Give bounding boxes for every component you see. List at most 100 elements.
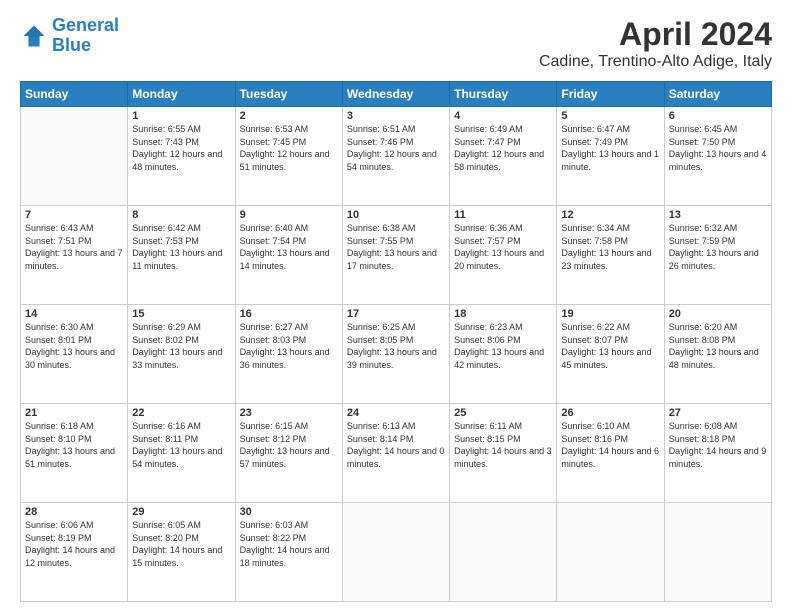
day-number: 28 bbox=[25, 506, 123, 518]
day-header-tuesday: Tuesday bbox=[235, 82, 342, 107]
cell-info: Sunrise: 6:43 AMSunset: 7:51 PMDaylight:… bbox=[25, 222, 123, 272]
cal-cell: 19Sunrise: 6:22 AMSunset: 8:07 PMDayligh… bbox=[557, 305, 664, 404]
cal-cell bbox=[450, 503, 557, 602]
cell-info: Sunrise: 6:55 AMSunset: 7:43 PMDaylight:… bbox=[132, 123, 230, 173]
cal-cell: 4Sunrise: 6:49 AMSunset: 7:47 PMDaylight… bbox=[450, 107, 557, 206]
cell-info: Sunrise: 6:05 AMSunset: 8:20 PMDaylight:… bbox=[132, 519, 230, 569]
day-number: 24 bbox=[347, 407, 445, 419]
cal-cell: 29Sunrise: 6:05 AMSunset: 8:20 PMDayligh… bbox=[128, 503, 235, 602]
cal-cell: 3Sunrise: 6:51 AMSunset: 7:46 PMDaylight… bbox=[342, 107, 449, 206]
calendar-table: SundayMondayTuesdayWednesdayThursdayFrid… bbox=[20, 81, 772, 602]
cell-info: Sunrise: 6:45 AMSunset: 7:50 PMDaylight:… bbox=[669, 123, 767, 173]
cell-info: Sunrise: 6:42 AMSunset: 7:53 PMDaylight:… bbox=[132, 222, 230, 272]
day-number: 12 bbox=[561, 209, 659, 221]
cal-cell: 8Sunrise: 6:42 AMSunset: 7:53 PMDaylight… bbox=[128, 206, 235, 305]
page: General Blue April 2024 Cadine, Trentino… bbox=[0, 0, 792, 612]
calendar: SundayMondayTuesdayWednesdayThursdayFrid… bbox=[20, 81, 772, 602]
day-number: 21 bbox=[25, 407, 123, 419]
cell-info: Sunrise: 6:30 AMSunset: 8:01 PMDaylight:… bbox=[25, 321, 123, 371]
day-number: 26 bbox=[561, 407, 659, 419]
logo-line2: Blue bbox=[52, 35, 91, 55]
day-header-saturday: Saturday bbox=[664, 82, 771, 107]
cell-info: Sunrise: 6:32 AMSunset: 7:59 PMDaylight:… bbox=[669, 222, 767, 272]
cal-cell: 10Sunrise: 6:38 AMSunset: 7:55 PMDayligh… bbox=[342, 206, 449, 305]
cal-cell: 6Sunrise: 6:45 AMSunset: 7:50 PMDaylight… bbox=[664, 107, 771, 206]
day-number: 10 bbox=[347, 209, 445, 221]
day-number: 13 bbox=[669, 209, 767, 221]
day-header-friday: Friday bbox=[557, 82, 664, 107]
day-number: 27 bbox=[669, 407, 767, 419]
day-number: 6 bbox=[669, 110, 767, 122]
cell-info: Sunrise: 6:20 AMSunset: 8:08 PMDaylight:… bbox=[669, 321, 767, 371]
cell-info: Sunrise: 6:11 AMSunset: 8:15 PMDaylight:… bbox=[454, 420, 552, 470]
logo-text: General Blue bbox=[52, 16, 119, 56]
cal-cell: 17Sunrise: 6:25 AMSunset: 8:05 PMDayligh… bbox=[342, 305, 449, 404]
cell-info: Sunrise: 6:51 AMSunset: 7:46 PMDaylight:… bbox=[347, 123, 445, 173]
day-header-wednesday: Wednesday bbox=[342, 82, 449, 107]
cal-cell bbox=[664, 503, 771, 602]
day-number: 23 bbox=[240, 407, 338, 419]
logo: General Blue bbox=[20, 16, 119, 56]
cal-cell bbox=[21, 107, 128, 206]
week-row-3: 21Sunrise: 6:18 AMSunset: 8:10 PMDayligh… bbox=[21, 404, 772, 503]
logo-line1: General bbox=[52, 15, 119, 35]
day-number: 14 bbox=[25, 308, 123, 320]
cell-info: Sunrise: 6:16 AMSunset: 8:11 PMDaylight:… bbox=[132, 420, 230, 470]
page-title: April 2024 bbox=[539, 16, 772, 53]
cell-info: Sunrise: 6:08 AMSunset: 8:18 PMDaylight:… bbox=[669, 420, 767, 470]
header: General Blue April 2024 Cadine, Trentino… bbox=[20, 16, 772, 71]
cal-cell bbox=[557, 503, 664, 602]
cal-cell: 24Sunrise: 6:13 AMSunset: 8:14 PMDayligh… bbox=[342, 404, 449, 503]
cal-cell: 28Sunrise: 6:06 AMSunset: 8:19 PMDayligh… bbox=[21, 503, 128, 602]
cell-info: Sunrise: 6:10 AMSunset: 8:16 PMDaylight:… bbox=[561, 420, 659, 470]
day-number: 15 bbox=[132, 308, 230, 320]
logo-icon bbox=[20, 22, 48, 50]
cal-cell: 5Sunrise: 6:47 AMSunset: 7:49 PMDaylight… bbox=[557, 107, 664, 206]
cal-cell: 11Sunrise: 6:36 AMSunset: 7:57 PMDayligh… bbox=[450, 206, 557, 305]
day-number: 25 bbox=[454, 407, 552, 419]
day-number: 2 bbox=[240, 110, 338, 122]
day-number: 19 bbox=[561, 308, 659, 320]
day-number: 1 bbox=[132, 110, 230, 122]
cell-info: Sunrise: 6:06 AMSunset: 8:19 PMDaylight:… bbox=[25, 519, 123, 569]
day-number: 8 bbox=[132, 209, 230, 221]
cal-cell: 23Sunrise: 6:15 AMSunset: 8:12 PMDayligh… bbox=[235, 404, 342, 503]
day-number: 7 bbox=[25, 209, 123, 221]
day-number: 9 bbox=[240, 209, 338, 221]
cell-info: Sunrise: 6:34 AMSunset: 7:58 PMDaylight:… bbox=[561, 222, 659, 272]
cell-info: Sunrise: 6:03 AMSunset: 8:22 PMDaylight:… bbox=[240, 519, 338, 569]
cell-info: Sunrise: 6:36 AMSunset: 7:57 PMDaylight:… bbox=[454, 222, 552, 272]
cal-cell: 20Sunrise: 6:20 AMSunset: 8:08 PMDayligh… bbox=[664, 305, 771, 404]
day-header-sunday: Sunday bbox=[21, 82, 128, 107]
day-number: 5 bbox=[561, 110, 659, 122]
week-row-4: 28Sunrise: 6:06 AMSunset: 8:19 PMDayligh… bbox=[21, 503, 772, 602]
cell-info: Sunrise: 6:47 AMSunset: 7:49 PMDaylight:… bbox=[561, 123, 659, 173]
cell-info: Sunrise: 6:49 AMSunset: 7:47 PMDaylight:… bbox=[454, 123, 552, 173]
cal-cell: 27Sunrise: 6:08 AMSunset: 8:18 PMDayligh… bbox=[664, 404, 771, 503]
day-number: 16 bbox=[240, 308, 338, 320]
cal-cell: 2Sunrise: 6:53 AMSunset: 7:45 PMDaylight… bbox=[235, 107, 342, 206]
cal-cell: 13Sunrise: 6:32 AMSunset: 7:59 PMDayligh… bbox=[664, 206, 771, 305]
day-number: 11 bbox=[454, 209, 552, 221]
week-row-1: 7Sunrise: 6:43 AMSunset: 7:51 PMDaylight… bbox=[21, 206, 772, 305]
day-number: 3 bbox=[347, 110, 445, 122]
day-number: 22 bbox=[132, 407, 230, 419]
day-number: 18 bbox=[454, 308, 552, 320]
day-number: 29 bbox=[132, 506, 230, 518]
cell-info: Sunrise: 6:23 AMSunset: 8:06 PMDaylight:… bbox=[454, 321, 552, 371]
cal-cell: 25Sunrise: 6:11 AMSunset: 8:15 PMDayligh… bbox=[450, 404, 557, 503]
cell-info: Sunrise: 6:29 AMSunset: 8:02 PMDaylight:… bbox=[132, 321, 230, 371]
day-number: 20 bbox=[669, 308, 767, 320]
cell-info: Sunrise: 6:13 AMSunset: 8:14 PMDaylight:… bbox=[347, 420, 445, 470]
day-number: 4 bbox=[454, 110, 552, 122]
cal-cell: 1Sunrise: 6:55 AMSunset: 7:43 PMDaylight… bbox=[128, 107, 235, 206]
cal-cell: 30Sunrise: 6:03 AMSunset: 8:22 PMDayligh… bbox=[235, 503, 342, 602]
cal-cell: 7Sunrise: 6:43 AMSunset: 7:51 PMDaylight… bbox=[21, 206, 128, 305]
cell-info: Sunrise: 6:15 AMSunset: 8:12 PMDaylight:… bbox=[240, 420, 338, 470]
week-row-0: 1Sunrise: 6:55 AMSunset: 7:43 PMDaylight… bbox=[21, 107, 772, 206]
cell-info: Sunrise: 6:22 AMSunset: 8:07 PMDaylight:… bbox=[561, 321, 659, 371]
cal-cell: 16Sunrise: 6:27 AMSunset: 8:03 PMDayligh… bbox=[235, 305, 342, 404]
calendar-header-row: SundayMondayTuesdayWednesdayThursdayFrid… bbox=[21, 82, 772, 107]
cal-cell: 22Sunrise: 6:16 AMSunset: 8:11 PMDayligh… bbox=[128, 404, 235, 503]
cell-info: Sunrise: 6:25 AMSunset: 8:05 PMDaylight:… bbox=[347, 321, 445, 371]
